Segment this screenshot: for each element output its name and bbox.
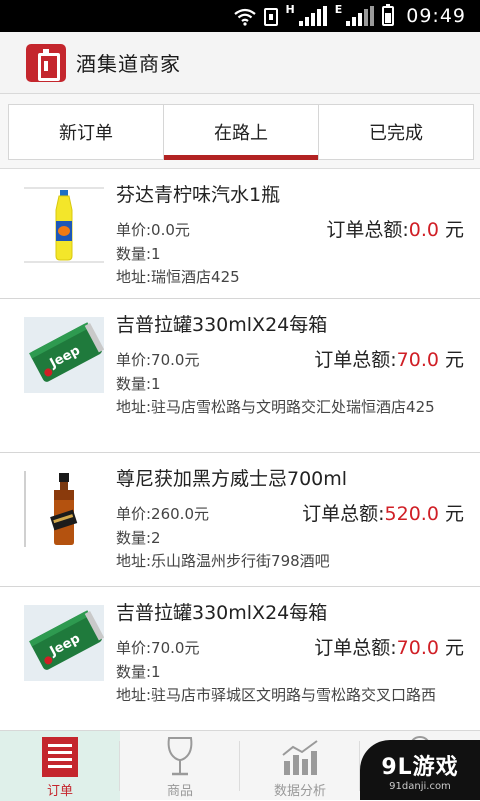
delivery-address: 地址:驻马店雪松路与文明路交汇处瑞恒酒店425 [116,398,435,416]
order-total-unit: 元 [438,637,464,659]
unit-price: 单价:0.0元 [116,221,190,239]
chart-icon [280,735,320,779]
nav-label: 订单 [46,784,73,799]
app-bar: 酒集道商家 [0,32,480,94]
order-total-label: 订单总额: [326,219,409,241]
tab-completed[interactable]: 已完成 [319,105,473,159]
tab-in-transit[interactable]: 在路上 [164,105,319,160]
network-type-2: E [334,2,343,16]
order-total-unit: 元 [438,219,464,241]
unit-price: 单价:70.0元 [116,351,200,369]
quantity: 数量:2 [116,529,161,547]
order-total: 订单总额:70.0 元 [314,345,470,372]
nav-label: 商品 [166,784,193,799]
wine-glass-icon [160,735,200,779]
order-list[interactable]: 芬达青柠味汽水1瓶 单价:0.0元 订单总额:0.0 元 数量:1 地址:瑞恒酒… [0,168,480,730]
order-total: 订单总额:520.0 元 [302,499,470,526]
unit-price: 单价:260.0元 [116,505,209,523]
wifi-icon [233,6,256,26]
order-total-amount: 520.0 [384,503,439,525]
status-bar: H E 09:49 [0,0,480,32]
order-status-tabs: 新订单 在路上 已完成 [8,104,474,160]
app-title: 酒集道商家 [76,52,181,76]
beer-can-image: Jeep [24,605,104,681]
delivery-address: 地址:瑞恒酒店425 [116,268,240,286]
signal-icon [346,6,375,26]
product-name: 吉普拉罐330mlX24每箱 [116,602,328,624]
battery-icon [382,4,395,26]
nav-products[interactable]: 商品 [120,731,240,801]
order-item[interactable]: Jeep 吉普拉罐330mlX24每箱 单价:70.0元 订单总额:70.0 元… [0,587,480,730]
soda-bottle-image [24,187,104,263]
order-status-tabs-area: 新订单 在路上 已完成 [0,94,480,168]
order-total-unit: 元 [438,349,464,371]
order-total-amount: 70.0 [396,349,439,371]
order-total-amount: 0.0 [408,219,439,241]
tab-new-orders[interactable]: 新订单 [9,105,164,159]
sim-icon [263,6,278,26]
order-item[interactable]: Jeep 吉普拉罐330mlX24每箱 单价:70.0元 订单总额:70.0 元… [0,299,480,453]
whisky-bottle-image [24,471,104,547]
clock: 09:49 [406,5,466,27]
network-type-1: H [285,2,295,16]
nav-label: 数据分析 [273,784,326,799]
orders-icon [40,735,80,779]
delivery-address: 地址:驻马店市驿城区文明路与雪松路交叉口路西 [116,686,437,704]
shop-logo-icon [26,43,66,82]
delivery-address: 地址:乐山路温州步行街798酒吧 [116,552,330,570]
quantity: 数量:1 [116,375,161,393]
order-total: 订单总额:70.0 元 [314,633,470,660]
beer-can-image: Jeep [24,317,104,393]
product-name: 尊尼获加黑方威士忌700ml [116,468,348,490]
watermark-sub: 91danji.com [389,780,451,792]
nav-orders[interactable]: 订单 [0,731,120,801]
order-total-amount: 70.0 [396,637,439,659]
product-name: 吉普拉罐330mlX24每箱 [116,314,328,336]
order-item[interactable]: 芬达青柠味汽水1瓶 单价:0.0元 订单总额:0.0 元 数量:1 地址:瑞恒酒… [0,169,480,299]
order-total: 订单总额:0.0 元 [326,215,470,242]
order-total-label: 订单总额: [314,349,397,371]
unit-price: 单价:70.0元 [116,639,200,657]
signal-icon [298,6,327,26]
order-total-label: 订单总额: [302,503,385,525]
order-item[interactable]: 尊尼获加黑方威士忌700ml 单价:260.0元 订单总额:520.0 元 数量… [0,453,480,587]
product-name: 芬达青柠味汽水1瓶 [116,184,281,206]
watermark: 9L游戏 91danji.com [360,740,480,800]
quantity: 数量:1 [116,663,161,681]
watermark-main: 9L游戏 [381,754,459,780]
order-total-unit: 元 [438,503,464,525]
quantity: 数量:1 [116,245,161,263]
nav-data-analysis[interactable]: 数据分析 [240,731,360,801]
order-total-label: 订单总额: [314,637,397,659]
